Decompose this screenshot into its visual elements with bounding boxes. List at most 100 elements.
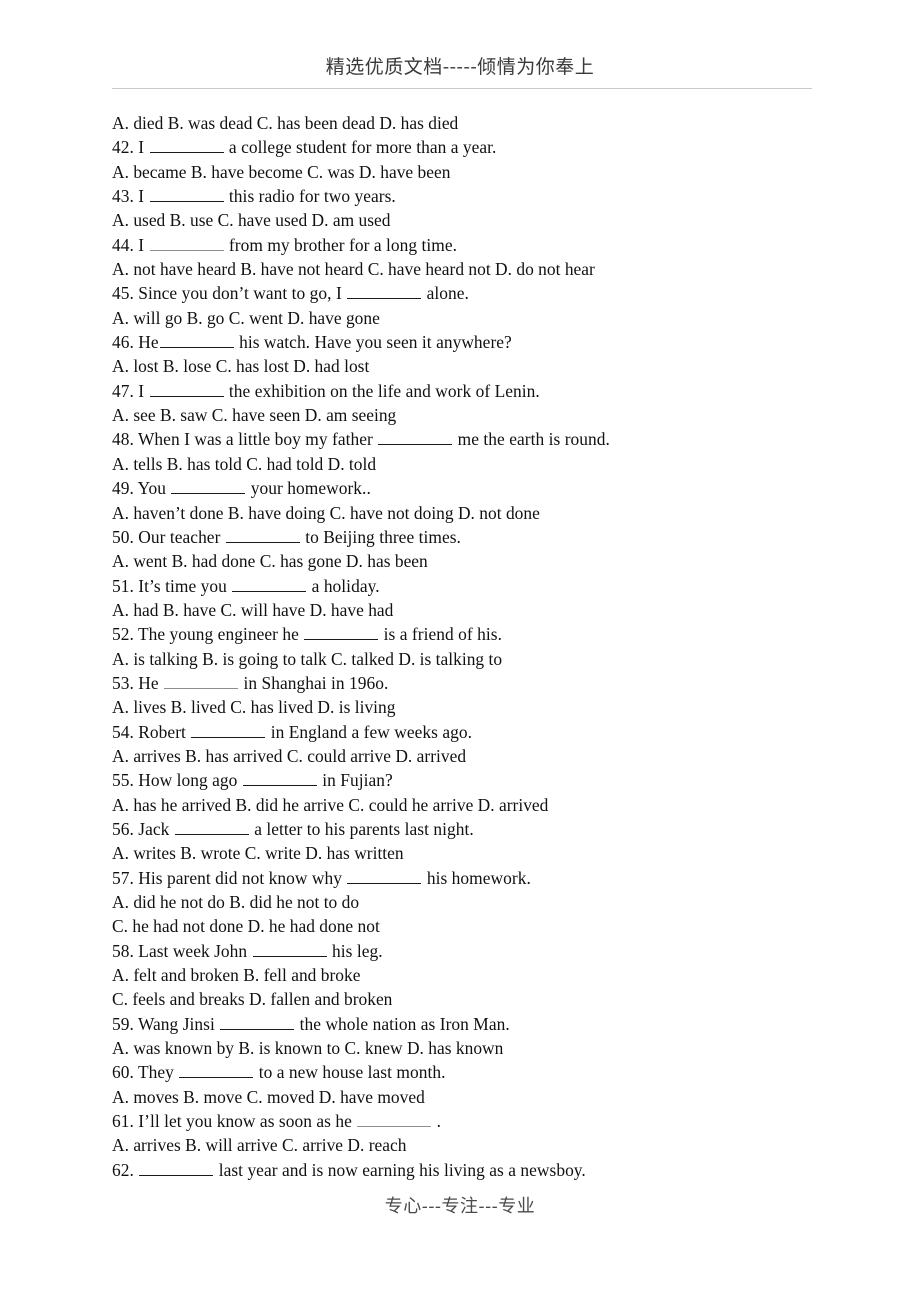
question-stem-text-after-blank: a holiday. (307, 575, 380, 596)
question-stem-text-before-blank: 48. When I was a little boy my father (112, 429, 378, 450)
answer-options-line: A. see B. saw C. have seen D. am seeing (112, 403, 902, 427)
question-stem-line: 48. When I was a little boy my father me… (112, 427, 902, 451)
page-header: 精选优质文档-----倾情为你奉上 (0, 58, 920, 77)
question-stem-text-before-blank: 45. Since you don’t want to go, I (112, 283, 347, 304)
question-stem-text-after-blank: this radio for two years. (224, 186, 396, 207)
answer-options-line: C. feels and breaks D. fallen and broken (112, 987, 902, 1011)
answer-blank[interactable] (220, 1012, 295, 1030)
answer-options-line: A. haven’t done B. have doing C. have no… (112, 501, 902, 525)
question-stem-text-after-blank: to a new house last month. (254, 1062, 446, 1083)
answer-options-text: A. was known by B. is known to C. knew D… (112, 1038, 504, 1059)
answer-options-line: A. will go B. go C. went D. have gone (112, 306, 902, 330)
answer-options-line: A. became B. have become C. was D. have … (112, 160, 902, 184)
question-stem-line: 53. He in Shanghai in 196o. (112, 671, 902, 695)
header-title: 精选优质文档-----倾情为你奉上 (325, 56, 595, 78)
answer-blank[interactable] (149, 185, 224, 203)
answer-options-text: A. did he not do B. did he not to do (112, 892, 360, 912)
question-stem-text-after-blank: a college student for more than a year. (224, 137, 497, 158)
question-stem-line: 62. last year and is now earning his liv… (112, 1158, 902, 1182)
question-stem-text-after-blank: the whole nation as Iron Man. (295, 1013, 510, 1034)
answer-blank[interactable] (191, 720, 266, 738)
question-stem-text-after-blank: the exhibition on the life and work of L… (224, 380, 540, 401)
answer-options-line: A. did he not do B. did he not to do (112, 890, 902, 914)
question-stem-line: 51. It’s time you a holiday. (112, 574, 902, 598)
answer-blank[interactable] (242, 769, 317, 787)
answer-options-line: A. died B. was dead C. has been dead D. … (112, 111, 902, 135)
question-stem-text-after-blank: his leg. (327, 940, 383, 961)
answer-options-line: A. has he arrived B. did he arrive C. co… (112, 793, 902, 817)
question-stem-text-after-blank: . (432, 1111, 442, 1132)
answer-blank[interactable] (252, 939, 327, 957)
answer-blank[interactable] (225, 525, 300, 543)
answer-options-line: C. he had not done D. he had done not (112, 914, 902, 938)
answer-blank[interactable] (174, 817, 249, 835)
answer-blank[interactable] (149, 379, 224, 397)
answer-options-text: A. became B. have become C. was D. have … (112, 161, 451, 182)
header-divider (112, 88, 812, 89)
question-stem-text-before-blank: 52. The young engineer he (112, 624, 304, 645)
answer-options-line: A. went B. had done C. has gone D. has b… (112, 549, 902, 573)
answer-options-text: A. felt and broken B. fell and broke (112, 965, 361, 986)
answer-options-text: A. used B. use C. have used D. am used (112, 210, 391, 231)
question-stem-text-before-blank: 59. Wang Jinsi (112, 1013, 220, 1034)
answer-options-text: A. has he arrived B. did he arrive C. co… (112, 794, 549, 815)
answer-options-text: A. will go B. go C. went D. have gone (112, 307, 380, 328)
answer-blank[interactable] (232, 574, 307, 592)
answer-options-text: A. tells B. has told C. had told D. told (112, 453, 377, 474)
answer-blank[interactable] (171, 477, 246, 495)
answer-blank[interactable] (357, 1110, 432, 1128)
answer-blank[interactable] (164, 671, 239, 689)
answer-options-line: A. not have heard B. have not heard C. h… (112, 257, 902, 281)
question-stem-line: 46. He his watch. Have you seen it anywh… (112, 330, 902, 354)
question-stem-text-after-blank: your homework.. (246, 478, 371, 499)
question-stem-text-before-blank: 47. I (112, 380, 149, 401)
answer-options-text: A. lives B. lived C. has lived D. is liv… (112, 697, 396, 718)
answer-blank[interactable] (149, 233, 224, 251)
answer-blank[interactable] (179, 1061, 254, 1079)
question-stem-text-after-blank: to Beijing three times. (300, 526, 461, 547)
answer-options-text: A. died B. was dead C. has been dead D. … (112, 113, 459, 133)
answer-options-line: A. used B. use C. have used D. am used (112, 208, 902, 232)
question-stem-text-after-blank: in England a few weeks ago. (266, 721, 472, 742)
question-stem-line: 49. You your homework.. (112, 476, 902, 500)
answer-options-line: A. tells B. has told C. had told D. told (112, 452, 902, 476)
question-stem-text-before-blank: 43. I (112, 186, 149, 207)
question-stem-line: 52. The young engineer he is a friend of… (112, 622, 902, 646)
page-footer: 专心---专注---专业 (0, 1192, 920, 1218)
question-stem-text-after-blank: a letter to his parents last night. (249, 818, 474, 839)
answer-options-line: A. lost B. lose C. has lost D. had lost (112, 354, 902, 378)
question-stem-line: 59. Wang Jinsi the whole nation as Iron … (112, 1012, 902, 1036)
answer-blank[interactable] (347, 282, 422, 300)
answer-options-line: A. was known by B. is known to C. knew D… (112, 1036, 902, 1060)
answer-blank[interactable] (159, 331, 234, 349)
question-stem-line: 47. I the exhibition on the life and wor… (112, 379, 902, 403)
question-stem-text-after-blank: in Shanghai in 196o. (239, 672, 389, 693)
answer-options-text: A. see B. saw C. have seen D. am seeing (112, 405, 397, 426)
answer-options-line: A. writes B. wrote C. write D. has writt… (112, 841, 902, 865)
answer-blank[interactable] (378, 428, 453, 446)
question-stem-text-before-blank: 44. I (112, 234, 149, 255)
question-stem-text-before-blank: 50. Our teacher (112, 526, 225, 547)
question-stem-text-after-blank: alone. (422, 283, 469, 304)
question-stem-text-before-blank: 57. His parent did not know why (112, 867, 347, 888)
answer-blank[interactable] (304, 623, 379, 641)
question-stem-text-after-blank: last year and is now earning his living … (214, 1159, 586, 1180)
footer-title: 专心---专注---专业 (384, 1196, 536, 1217)
question-stem-line: 61. I’ll let you know as soon as he . (112, 1109, 902, 1133)
question-stem-line: 44. I from my brother for a long time. (112, 233, 902, 257)
question-stem-line: 58. Last week John his leg. (112, 939, 902, 963)
answer-options-text: A. arrives B. will arrive C. arrive D. r… (112, 1135, 407, 1156)
question-stem-text-before-blank: 49. You (112, 478, 171, 499)
question-stem-line: 50. Our teacher to Beijing three times. (112, 525, 902, 549)
question-stem-text-after-blank: his homework. (422, 867, 531, 888)
answer-options-line: A. moves B. move C. moved D. have moved (112, 1085, 902, 1109)
answer-blank[interactable] (149, 136, 224, 154)
answer-blank[interactable] (347, 866, 422, 884)
question-stem-text-after-blank: me the earth is round. (453, 429, 610, 450)
answer-options-text: A. not have heard B. have not heard C. h… (112, 259, 595, 280)
question-stem-line: 57. His parent did not know why his home… (112, 866, 902, 890)
answer-options-line: A. arrives B. will arrive C. arrive D. r… (112, 1133, 902, 1157)
answer-options-text: A. writes B. wrote C. write D. has writt… (112, 843, 404, 864)
question-stem-text-before-blank: 55. How long ago (112, 770, 242, 791)
answer-blank[interactable] (139, 1158, 214, 1176)
